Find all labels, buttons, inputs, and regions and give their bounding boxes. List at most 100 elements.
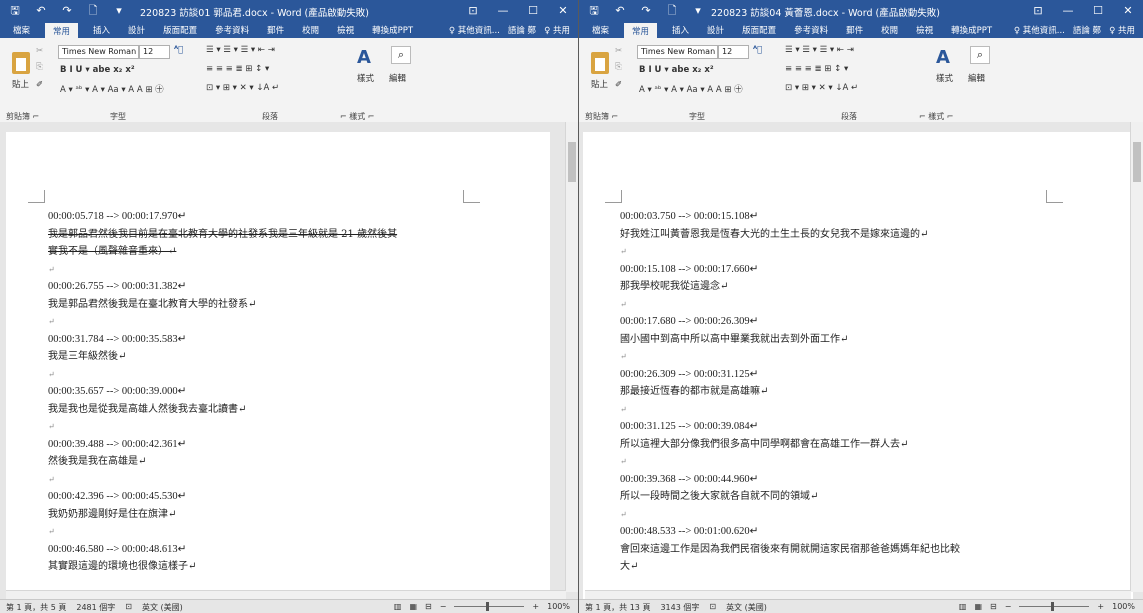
paste-icon[interactable] (591, 52, 609, 74)
tab-0[interactable]: 檔案 (10, 23, 33, 37)
tab-0[interactable]: 檔案 (589, 23, 612, 37)
font-name-select[interactable]: Times New Roman (58, 45, 139, 59)
ribbon-display-options-icon[interactable]: ⊡ (1023, 0, 1053, 22)
tab-1[interactable]: 常用 (45, 23, 79, 39)
zoom-out-button[interactable]: − (440, 602, 447, 611)
restore-button[interactable]: ☐ (518, 0, 548, 22)
tab-5[interactable]: 參考資料 (791, 23, 831, 37)
document-editor[interactable]: 00:00:03.750 --> 00:00:15.108↵ 好我姓江叫黃薈恩我是… (579, 122, 1143, 599)
document-editor[interactable]: 00:00:05.718 --> 00:00:17.970↵ 我是郭品君然後我目前… (0, 122, 578, 599)
copy-icon[interactable]: ⎘ (36, 62, 43, 72)
empty-paragraph[interactable]: ↵ (620, 506, 1127, 524)
restore-button[interactable]: ☐ (1083, 0, 1113, 22)
transcript-line[interactable]: 那最接近恆春的都市就是高雄嘛↵ (620, 383, 1127, 401)
empty-paragraph[interactable]: ↵ (48, 261, 544, 279)
timestamp-line[interactable]: 00:00:46.580 --> 00:00:48.613↵ (48, 541, 544, 559)
close-button[interactable]: ✕ (1113, 0, 1143, 22)
zoom-slider[interactable] (1019, 602, 1090, 611)
proofing-icon[interactable]: ⊡ (709, 602, 716, 613)
empty-paragraph[interactable]: ↵ (620, 296, 1127, 314)
edit-button[interactable]: 編輯 (968, 72, 985, 84)
styles-icon[interactable]: A (936, 48, 958, 68)
empty-paragraph[interactable]: ↵ (48, 313, 544, 331)
document-page[interactable]: 00:00:03.750 --> 00:00:15.108↵ 好我姓江叫黃薈恩我是… (583, 132, 1133, 599)
transcript-line[interactable]: 我奶奶那邊剛好是住在旗津↵ (48, 506, 544, 524)
save-icon[interactable]: 🖫 (587, 4, 601, 18)
close-button[interactable]: ✕ (548, 0, 578, 22)
minimize-button[interactable]: — (488, 0, 518, 22)
transcript-line[interactable]: 那我學校呢我從這邊念↵ (620, 278, 1127, 296)
copy-icon[interactable]: ⎘ (615, 62, 622, 72)
read-mode-icon[interactable]: ▥ (959, 602, 967, 611)
timestamp-line[interactable]: 00:00:35.657 --> 00:00:39.000↵ (48, 383, 544, 401)
transcript-line[interactable]: 實我不是（風聲雜音重來）↵ (48, 243, 544, 261)
shading-row[interactable]: ⊡ ▾ ⊞ ▾ ✕ ▾ ↓A ↵ (206, 83, 279, 93)
format-painter-icon[interactable]: ✐ (615, 80, 622, 90)
transcript-line[interactable]: 所以這裡大部分像我們很多高中同學啊都會在高雄工作一群人去↵ (620, 436, 1127, 454)
tab-2[interactable]: 插入 (669, 23, 692, 37)
scroll-thumb[interactable] (1133, 142, 1141, 182)
empty-paragraph[interactable]: ↵ (620, 348, 1127, 366)
transcript-line[interactable]: 然後我是我在高雄是↵ (48, 453, 544, 471)
zoom-in-button[interactable]: + (532, 602, 539, 611)
tab-9[interactable]: 轉換成PPT (948, 23, 995, 37)
web-layout-icon[interactable]: ⊟ (990, 602, 997, 611)
align-row[interactable]: ≡ ≡ ≡ ≣ ⊞ ↕ ▾ (206, 64, 269, 74)
save-icon[interactable]: 🖫 (8, 4, 22, 18)
language-indicator[interactable]: 英文 (美國) (142, 602, 183, 613)
edit-button[interactable]: 編輯 (389, 72, 406, 84)
tell-me-search[interactable]: ♀ 其他資訊... (1014, 24, 1065, 36)
vertical-scrollbar[interactable] (1130, 122, 1143, 592)
timestamp-line[interactable]: 00:00:05.718 --> 00:00:17.970↵ (48, 208, 544, 226)
user-name[interactable]: 語論 鄭 (508, 24, 536, 36)
word-count[interactable]: 2481 個字 (76, 602, 115, 613)
search-icon[interactable]: ⌕ (970, 46, 990, 64)
tab-7[interactable]: 校閱 (878, 23, 901, 37)
timestamp-line[interactable]: 00:00:15.108 --> 00:00:17.660↵ (620, 261, 1127, 279)
scroll-thumb[interactable] (568, 142, 576, 182)
timestamp-line[interactable]: 00:00:31.784 --> 00:00:35.583↵ (48, 331, 544, 349)
transcript-line[interactable]: 大↵ (620, 558, 1127, 576)
empty-paragraph[interactable]: ↵ (48, 418, 544, 436)
empty-paragraph[interactable]: ↵ (620, 453, 1127, 471)
timestamp-line[interactable]: 00:00:39.368 --> 00:00:44.960↵ (620, 471, 1127, 489)
transcript-line[interactable]: 我是郭品君然後我目前是在臺北教育大學的社發系我是三年級就是 21 歲然後其 (48, 226, 544, 244)
redo-icon[interactable]: ↷ (60, 4, 74, 18)
paste-button[interactable]: 貼上 (12, 78, 29, 90)
timestamp-line[interactable]: 00:00:17.680 --> 00:00:26.309↵ (620, 313, 1127, 331)
empty-paragraph[interactable]: ↵ (620, 243, 1127, 261)
styles-icon[interactable]: A (357, 48, 379, 68)
user-name[interactable]: 語論 鄭 (1073, 24, 1101, 36)
styles-button[interactable]: 樣式 (357, 72, 374, 84)
customize-qat-icon[interactable]: ▾ (112, 4, 126, 18)
empty-paragraph[interactable]: ↵ (48, 523, 544, 541)
proofing-icon[interactable]: ⊡ (125, 602, 132, 613)
share-button[interactable]: ♀ 共用 (1109, 24, 1135, 36)
tab-6[interactable]: 郵件 (843, 23, 866, 37)
search-icon[interactable]: ⌕ (391, 46, 411, 64)
paste-icon[interactable] (12, 52, 30, 74)
customize-qat-icon[interactable]: ▾ (691, 4, 705, 18)
print-layout-icon[interactable]: ▦ (409, 602, 417, 611)
undo-icon[interactable]: ↶ (613, 4, 627, 18)
timestamp-line[interactable]: 00:00:26.755 --> 00:00:31.382↵ (48, 278, 544, 296)
timestamp-line[interactable]: 00:00:31.125 --> 00:00:39.084↵ (620, 418, 1127, 436)
transcript-line[interactable]: 我是我也是從我是高雄人然後我去臺北讀書↵ (48, 401, 544, 419)
page-count[interactable]: 第 1 頁，共 13 頁 (585, 602, 650, 613)
ribbon-display-options-icon[interactable]: ⊡ (458, 0, 488, 22)
tab-6[interactable]: 郵件 (264, 23, 287, 37)
list-row[interactable]: ☰ ▾ ☰ ▾ ☰ ▾ ⇤ ⇥ (785, 45, 854, 55)
align-row[interactable]: ≡ ≡ ≡ ≣ ⊞ ↕ ▾ (785, 64, 848, 74)
minimize-button[interactable]: — (1053, 0, 1083, 22)
word-count[interactable]: 3143 個字 (660, 602, 699, 613)
styles-button[interactable]: 樣式 (936, 72, 953, 84)
timestamp-line[interactable]: 00:00:42.396 --> 00:00:45.530↵ (48, 488, 544, 506)
shading-row[interactable]: ⊡ ▾ ⊞ ▾ ✕ ▾ ↓A ↵ (785, 83, 858, 93)
transcript-line[interactable]: 我是三年級然後↵ (48, 348, 544, 366)
read-mode-icon[interactable]: ▥ (394, 602, 402, 611)
tab-8[interactable]: 檢視 (913, 23, 936, 37)
share-button[interactable]: ♀ 共用 (544, 24, 570, 36)
page-count[interactable]: 第 1 頁，共 5 頁 (6, 602, 66, 613)
zoom-in-button[interactable]: + (1097, 602, 1104, 611)
tab-4[interactable]: 版面配置 (739, 23, 779, 37)
